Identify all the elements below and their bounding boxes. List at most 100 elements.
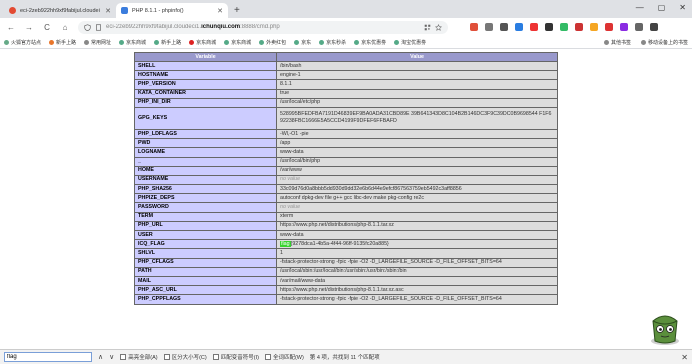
extension-icon[interactable] [575,23,583,31]
variable-value-cell: 1 [276,248,558,259]
extension-icon[interactable] [560,23,568,31]
extension-icon[interactable] [605,23,613,31]
whole-words-checkbox[interactable]: 全词匹配(W) [264,353,304,361]
table-row: PWD/app [134,138,558,149]
value-text: engine-1 [280,71,301,78]
globe-icon [154,39,160,45]
close-tab-icon[interactable]: ✕ [217,7,223,15]
table-row: ICQ_FLAG flag{9278dca1-4b5a-4f44-96ff-913… [134,239,558,250]
bookmark-item[interactable]: 京东秒杀 [319,39,346,46]
variable-name-cell: PHP_VERSION [134,79,277,90]
globe-icon [119,39,125,45]
variable-name-cell: HOME [134,165,277,176]
address-bar[interactable]: eci-2zeb922hh9xf9fabijul.cloudeci1.ichun… [78,20,448,34]
value-text: /var/www [280,167,302,174]
extension-icon[interactable] [620,23,628,31]
table-row: PATH/usr/local/sbin:/usr/local/bin:/usr/… [134,266,558,277]
menu-icon[interactable] [650,23,658,31]
qr-code-icon[interactable] [424,24,431,31]
match-diacritics-checkbox[interactable]: 匹配变音符号(I) [212,353,259,361]
new-tab-button[interactable]: + [234,5,240,16]
variable-value-cell: flag{9278dca1-4b5a-4f44-96ff-9135fc20a88… [276,239,558,250]
value-text: 528995BFEDFBA7191D46839EF9BA0ADA31CBD89E… [280,111,552,125]
match-case-checkbox[interactable]: 区分大小写(C) [163,353,207,361]
bookmark-item[interactable]: 京东商城 [119,39,146,46]
bookmarks-bar: 火狐官方站点 新手上路 常用网址 京东商城 新手上路 京东商城 京东商城 外卖红… [0,36,692,49]
bookmark-item[interactable]: 京东 [294,39,311,46]
other-bookmarks[interactable]: 其他书签 [603,39,631,46]
close-find-icon[interactable]: ✕ [681,353,688,362]
bookmark-item[interactable]: 新手上路 [154,39,181,46]
variable-value-cell: https://www.php.net/distributions/php-8.… [276,220,558,232]
value-text: 33c09d76d0a8bbb5dd930d9dd32e6b6d44e9efcf… [280,185,462,192]
close-tab-icon[interactable]: ✕ [105,7,111,15]
bookmark-item[interactable]: 常用网址 [84,39,111,46]
variable-value-cell: /usr/local/bin/php [276,156,558,167]
extension-icon[interactable] [530,23,538,31]
table-row: PASSWORD no value [134,202,558,213]
reload-icon[interactable]: C [42,23,52,32]
table-row: PHP_VERSION 8.1.1 [134,79,558,90]
navigation-bar: ← → C ⌂ eci-2zeb922hh9xf9fabijul.cloudec… [0,18,692,36]
extension-icon[interactable] [545,23,553,31]
bookmark-item[interactable]: 新手上路 [49,39,76,46]
mascot-icon [651,315,679,345]
globe-icon [259,39,265,45]
variable-value-cell: www-data [276,229,558,241]
find-next-button[interactable]: ∨ [109,353,114,361]
header-value: Value [276,52,558,62]
checkbox-box [120,354,127,360]
bookmark-item[interactable]: 淘宝优惠劵 [394,39,426,46]
variable-value-cell: 528995BFEDFBA7191D46839EF9BA0ADA31CBD89E… [276,106,558,130]
bookmark-item[interactable]: 京东商城 [224,39,251,46]
tab-cloudeci[interactable]: eci-2zeb922hh9xf9fabijul.cloudei ✕ [4,3,116,18]
variable-name-cell: HOSTNAME [134,70,277,81]
table-row: TERM xterm [134,211,558,222]
extension-icon[interactable] [485,23,493,31]
jd-icon [189,39,195,45]
find-input[interactable] [4,352,92,362]
variable-value-cell: true [276,88,558,99]
close-window-icon[interactable]: ✕ [679,3,686,12]
variable-value-cell: /usr/local/etc/php [276,97,558,108]
table-row: USERNAME no value [134,174,558,186]
globe-icon [224,39,230,45]
bookmark-item[interactable]: 京东商城 [189,39,216,46]
value-text: no value [280,176,301,183]
table-row: PHP_LDFLAGS -Wl,-O1 -pie [134,128,558,140]
bookmark-item[interactable]: 京东优惠劵 [354,39,386,46]
variable-name-cell: PHP_INI_DIR [134,97,277,108]
table-row: PHP_URL https://www.php.net/distributions… [134,220,558,232]
table-row: KATA_CONTAINER true [134,88,558,99]
bookmark-star-icon[interactable] [435,23,442,31]
variable-name-cell: LOGNAME [134,147,277,158]
variable-value-cell: engine-1 [276,70,558,81]
bookmark-item[interactable]: 火狐官方站点 [4,39,41,46]
extension-icon[interactable] [635,23,643,31]
extension-icon[interactable] [515,23,523,31]
globe-icon [354,39,360,45]
extension-icon[interactable] [590,23,598,31]
maximize-icon[interactable]: ▢ [658,3,666,12]
extension-icon[interactable] [470,23,478,31]
variable-value-cell: 33c09d76d0a8bbb5dd930d9dd32e6b6d44e9efcf… [276,184,558,195]
value-text: /usr/local/bin/php [280,158,321,165]
page-content: Variable Value SHELL/bin/bash HOSTNAME eng… [0,49,692,349]
variable-name-cell: USER [134,229,277,241]
bookmark-item[interactable]: 外卖红包 [259,39,286,46]
shield-icon [84,23,91,31]
back-icon[interactable]: ← [6,23,16,32]
find-status: 第 4 项，共找到 11 个匹配项 [309,355,380,361]
value-text: true [280,90,290,97]
minimize-icon[interactable]: — [636,3,644,12]
find-previous-button[interactable]: ∧ [98,353,103,361]
highlight-all-checkbox[interactable]: 高亮全部(A) [120,353,158,361]
value-text: https://www.php.net/distributions/php-8.… [280,222,394,229]
extension-icon[interactable] [500,23,508,31]
home-icon[interactable]: ⌂ [60,23,70,32]
folder-icon [603,39,609,45]
table-row: _/usr/local/bin/php [134,156,558,167]
forward-icon[interactable]: → [24,23,34,32]
mobile-bookmarks[interactable]: 移动设备上的书签 [640,39,688,46]
tab-phpinfo[interactable]: PHP 8.1.1 - phpinfo() ✕ [116,3,228,18]
